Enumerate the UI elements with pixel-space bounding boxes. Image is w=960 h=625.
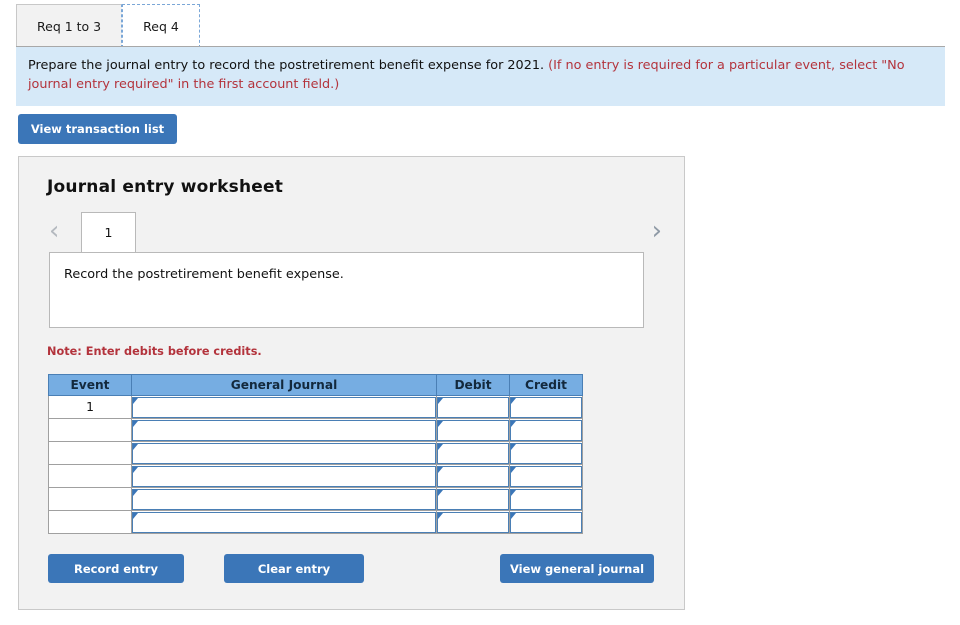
table-row (48, 510, 583, 534)
debits-before-credits-note: Note: Enter debits before credits. (47, 345, 262, 358)
general-journal-cell[interactable] (131, 487, 437, 511)
general-journal-input[interactable] (132, 419, 436, 441)
credit-input[interactable] (510, 488, 582, 510)
event-number-cell: 1 (48, 395, 132, 419)
column-header-event: Event (48, 374, 132, 396)
debit-cell[interactable] (436, 395, 510, 419)
table-row (48, 418, 583, 442)
debit-input[interactable] (437, 488, 509, 510)
requirement-tabs: Req 1 to 3 Req 4 (16, 2, 200, 48)
table-row: 1 (48, 395, 583, 419)
column-header-credit: Credit (509, 374, 583, 396)
debit-cell[interactable] (436, 464, 510, 488)
general-journal-cell[interactable] (131, 441, 437, 465)
worksheet-page-tab-1[interactable]: 1 (81, 212, 136, 252)
table-row (48, 464, 583, 488)
general-journal-cell[interactable] (131, 510, 437, 534)
debit-input[interactable] (437, 465, 509, 487)
clear-entry-button[interactable]: Clear entry (224, 554, 364, 583)
debit-cell[interactable] (436, 487, 510, 511)
tab-req-4-label: Req 4 (143, 19, 179, 34)
credit-cell[interactable] (509, 464, 583, 488)
column-header-general-journal: General Journal (131, 374, 437, 396)
worksheet-pager: ‹ 1 › (41, 212, 666, 252)
event-number-cell (48, 441, 132, 465)
general-journal-cell[interactable] (131, 464, 437, 488)
instruction-main-text: Prepare the journal entry to record the … (28, 58, 545, 73)
record-entry-button[interactable]: Record entry (48, 554, 184, 583)
credit-cell[interactable] (509, 487, 583, 511)
event-number-cell (48, 464, 132, 488)
general-journal-input[interactable] (132, 442, 436, 464)
credit-cell[interactable] (509, 441, 583, 465)
event-number-cell (48, 487, 132, 511)
general-journal-input[interactable] (132, 465, 436, 487)
debit-input[interactable] (437, 442, 509, 464)
event-number-cell (48, 418, 132, 442)
instruction-banner: Prepare the journal entry to record the … (16, 46, 945, 107)
debit-input[interactable] (437, 511, 509, 533)
debit-cell[interactable] (436, 441, 510, 465)
credit-cell[interactable] (509, 395, 583, 419)
tab-req-1-to-3-label: Req 1 to 3 (37, 19, 102, 34)
debit-input[interactable] (437, 419, 509, 441)
worksheet-description-box: Record the postretirement benefit expens… (49, 252, 644, 328)
general-journal-input[interactable] (132, 396, 436, 418)
worksheet-page-number: 1 (104, 225, 113, 240)
general-journal-input[interactable] (132, 511, 436, 533)
general-journal-cell[interactable] (131, 395, 437, 419)
credit-input[interactable] (510, 511, 582, 533)
credit-input[interactable] (510, 396, 582, 418)
table-row (48, 441, 583, 465)
journal-table-header-row: Event General Journal Debit Credit (48, 374, 583, 396)
debit-cell[interactable] (436, 510, 510, 534)
debit-input[interactable] (437, 396, 509, 418)
credit-input[interactable] (510, 419, 582, 441)
credit-cell[interactable] (509, 510, 583, 534)
table-row (48, 487, 583, 511)
general-journal-input[interactable] (132, 488, 436, 510)
chevron-right-icon[interactable]: › (652, 218, 662, 244)
event-number-cell (48, 510, 132, 534)
credit-cell[interactable] (509, 418, 583, 442)
worksheet-title: Journal entry worksheet (47, 177, 284, 197)
column-header-debit: Debit (436, 374, 510, 396)
journal-entry-table: Event General Journal Debit Credit 1 (48, 374, 583, 534)
debit-cell[interactable] (436, 418, 510, 442)
credit-input[interactable] (510, 465, 582, 487)
general-journal-cell[interactable] (131, 418, 437, 442)
journal-entry-worksheet-panel: Journal entry worksheet ‹ 1 › Record the… (18, 156, 685, 610)
tab-req-1-to-3[interactable]: Req 1 to 3 (16, 4, 123, 48)
chevron-left-icon[interactable]: ‹ (49, 218, 59, 244)
credit-input[interactable] (510, 442, 582, 464)
view-transaction-list-button[interactable]: View transaction list (18, 114, 177, 144)
tab-req-4[interactable]: Req 4 (122, 4, 200, 48)
worksheet-description-text: Record the postretirement benefit expens… (64, 267, 344, 282)
view-general-journal-button[interactable]: View general journal (500, 554, 654, 583)
